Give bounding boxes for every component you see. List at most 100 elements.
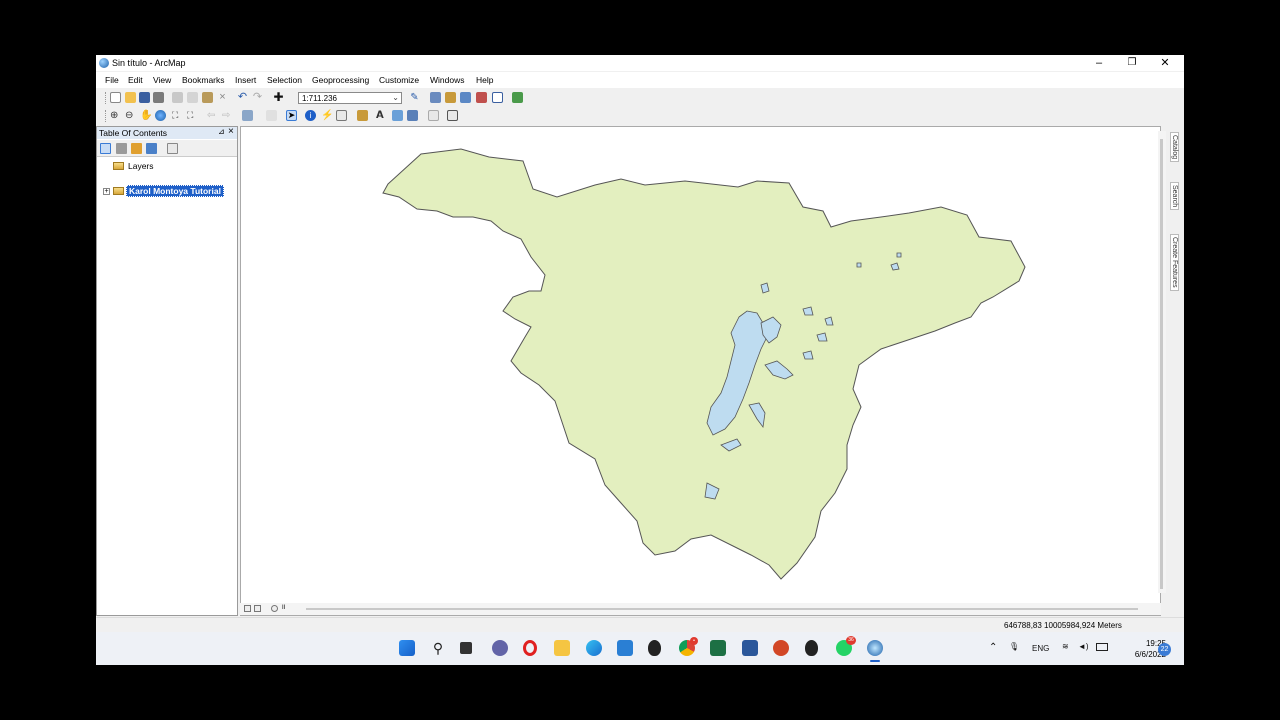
wifi-icon[interactable]: ≋ [1062, 642, 1069, 651]
arctoolbox-icon[interactable] [476, 92, 487, 103]
data-view-icon[interactable] [244, 605, 251, 612]
search-icon[interactable]: ⚲ [430, 640, 446, 656]
volume-icon[interactable]: ◄) [1078, 642, 1089, 651]
save-icon[interactable] [139, 92, 150, 103]
toc-close-icon[interactable]: × [228, 126, 234, 137]
html-popup-icon[interactable] [336, 110, 347, 121]
menu-geoprocessing[interactable]: Geoprocessing [312, 75, 369, 85]
create-viewer-window-icon[interactable] [447, 110, 458, 121]
open-folder-icon[interactable] [125, 92, 136, 103]
list-by-selection-icon[interactable] [146, 143, 157, 154]
toolbar-grip[interactable] [105, 110, 108, 122]
map-view[interactable] [240, 126, 1161, 616]
map-scale-dropdown[interactable]: 1:711.236 ⌄ [298, 92, 402, 104]
find-route-icon[interactable] [392, 110, 403, 121]
undo-icon[interactable]: ↶ [237, 92, 248, 103]
expand-toggle-icon[interactable]: + [103, 188, 110, 195]
menu-customize[interactable]: Customize [379, 75, 419, 85]
toolbar-grip[interactable] [105, 92, 108, 104]
catalog-icon[interactable] [445, 92, 456, 103]
notification-count[interactable]: 22 [1158, 643, 1171, 656]
table-of-contents-icon[interactable] [430, 92, 441, 103]
fixed-zoom-out-icon[interactable]: ⛶ [187, 110, 198, 121]
menu-selection[interactable]: Selection [267, 75, 302, 85]
microphone-icon[interactable]: 🎙 [1009, 642, 1019, 651]
list-by-source-icon[interactable] [116, 143, 127, 154]
powerpoint-icon[interactable] [773, 640, 789, 656]
excel-icon[interactable] [710, 640, 726, 656]
back-extent-icon[interactable]: ⇦ [207, 110, 218, 121]
menu-file[interactable]: File [105, 75, 119, 85]
zoom-out-icon[interactable]: ⊖ [125, 110, 136, 121]
chevron-up-icon[interactable]: ⌃ [989, 642, 997, 653]
refresh-icon[interactable] [271, 605, 278, 612]
mail-icon[interactable] [617, 640, 633, 656]
language-indicator[interactable]: ENG [1032, 644, 1049, 653]
map-vertical-scrollbar[interactable] [1158, 131, 1166, 593]
close-button[interactable]: ✕ [1150, 56, 1180, 70]
list-by-visibility-icon[interactable] [131, 143, 142, 154]
menu-windows[interactable]: Windows [430, 75, 464, 85]
forward-extent-icon[interactable]: ⇨ [222, 110, 233, 121]
menu-bar: File Edit View Bookmarks Insert Selectio… [96, 72, 1184, 88]
measure-icon[interactable] [357, 110, 368, 121]
windows-start-icon[interactable] [399, 640, 415, 656]
file-explorer-icon[interactable] [554, 640, 570, 656]
alienware-command-icon[interactable] [805, 640, 818, 656]
menu-help[interactable]: Help [476, 75, 493, 85]
menu-insert[interactable]: Insert [235, 75, 256, 85]
dock-tab-catalog[interactable]: Catalog [1170, 132, 1179, 163]
print-icon[interactable] [153, 92, 164, 103]
modelbuilder-icon[interactable] [512, 92, 523, 103]
delete-icon[interactable]: × [217, 92, 228, 103]
dataframe-label[interactable]: Layers [128, 161, 154, 171]
pin-icon[interactable]: ⊿ [218, 127, 225, 136]
teams-chat-icon[interactable] [492, 640, 508, 656]
minimize-button[interactable]: – [1084, 56, 1114, 70]
full-extent-icon[interactable] [155, 110, 166, 121]
editor-toolbar-icon[interactable]: ✎ [409, 92, 420, 103]
zoom-in-icon[interactable]: ⊕ [110, 110, 121, 121]
selected-layer-label[interactable]: Karol Montoya Tutorial [126, 185, 224, 197]
pan-icon[interactable]: ✋ [140, 110, 152, 121]
paste-icon[interactable] [202, 92, 213, 103]
status-bar: 646788,83 10005984,924 Meters [96, 617, 1184, 632]
pause-drawing-icon[interactable]: II [282, 605, 289, 612]
restore-button[interactable]: ❐ [1117, 56, 1147, 70]
menu-edit[interactable]: Edit [128, 75, 143, 85]
redo-icon[interactable]: ↷ [252, 92, 263, 103]
map-horizontal-scrollbar[interactable]: II [240, 603, 1161, 615]
select-elements-icon[interactable]: ➤ [286, 110, 297, 121]
map-canvas[interactable] [241, 127, 1158, 603]
new-document-icon[interactable] [110, 92, 121, 103]
copy-icon[interactable] [187, 92, 198, 103]
menu-view[interactable]: View [153, 75, 171, 85]
clear-selection-icon[interactable] [266, 110, 277, 121]
dock-tab-search[interactable]: Search [1170, 182, 1179, 211]
identify-icon[interactable]: i [305, 110, 316, 121]
menu-bookmarks[interactable]: Bookmarks [182, 75, 225, 85]
scrollbar-thumb[interactable] [306, 608, 1138, 610]
dock-tab-create-features[interactable]: Create Features [1170, 234, 1179, 291]
list-by-drawing-order-icon[interactable] [100, 143, 111, 154]
python-window-icon[interactable] [492, 92, 503, 103]
alienware-icon[interactable] [648, 640, 661, 656]
edge-icon[interactable] [586, 640, 602, 656]
hyperlink-icon[interactable]: ⚡ [321, 110, 333, 121]
scrollbar-thumb[interactable] [1160, 139, 1163, 589]
battery-icon[interactable] [1096, 643, 1108, 651]
select-features-icon[interactable] [242, 110, 253, 121]
options-icon[interactable] [167, 143, 178, 154]
time-slider-icon[interactable] [428, 110, 439, 121]
word-icon[interactable] [742, 640, 758, 656]
add-data-icon[interactable]: ✚ [273, 91, 284, 103]
opera-icon[interactable] [523, 640, 537, 656]
arcmap-taskbar-icon[interactable] [867, 640, 883, 656]
fixed-zoom-in-icon[interactable]: ⛶ [172, 110, 183, 121]
cut-icon[interactable] [172, 92, 183, 103]
task-view-icon[interactable] [460, 642, 472, 654]
layout-view-icon[interactable] [254, 605, 261, 612]
search-window-icon[interactable] [460, 92, 471, 103]
find-icon[interactable]: 𝗔 [376, 110, 387, 121]
go-to-xy-icon[interactable] [407, 110, 418, 121]
